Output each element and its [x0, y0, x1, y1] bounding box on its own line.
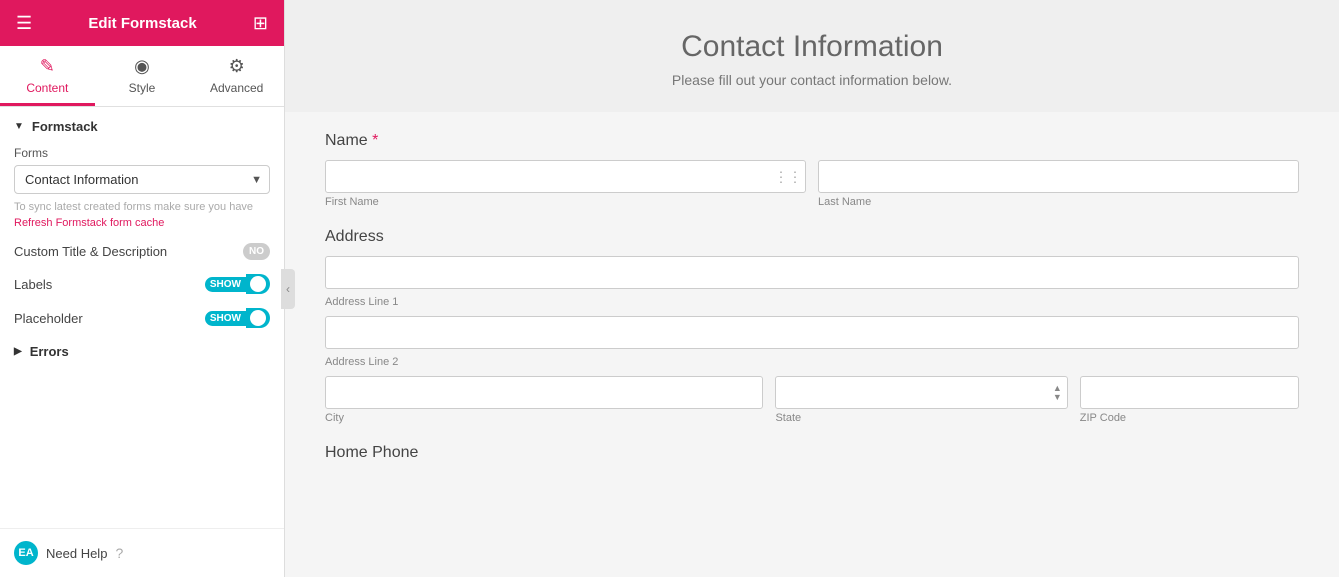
errors-section: ▶ Errors: [14, 344, 270, 359]
advanced-tab-label: Advanced: [210, 81, 263, 95]
labels-knob: [250, 276, 266, 292]
home-phone-section: Home Phone: [325, 444, 1299, 462]
collapse-handle[interactable]: ‹: [281, 269, 295, 309]
labels-toggle-row: Labels SHOW: [14, 274, 270, 294]
sidebar-body: ▼ Formstack Forms Contact Information ▼ …: [0, 107, 284, 528]
advanced-tab-icon: ⚙: [229, 56, 245, 77]
form-body: Name * ⋮⋮ First Name Last Name: [285, 132, 1339, 462]
placeholder-toggle-row: Placeholder SHOW: [14, 308, 270, 328]
labels-knob-wrap: [246, 274, 270, 294]
tab-advanced[interactable]: ⚙ Advanced: [189, 46, 284, 106]
need-help-badge: EA: [14, 541, 38, 565]
style-tab-icon: ◉: [134, 56, 150, 77]
style-tab-label: Style: [129, 81, 156, 95]
form-title: Contact Information: [325, 30, 1299, 64]
state-select-wrap: ▲▼: [775, 376, 1067, 409]
zip-field: ZIP Code: [1080, 376, 1299, 424]
placeholder-label: Placeholder: [14, 311, 83, 326]
forms-select[interactable]: Contact Information: [14, 165, 270, 194]
hamburger-icon[interactable]: ☰: [16, 13, 32, 34]
refresh-cache-link[interactable]: Refresh Formstack form cache: [14, 217, 270, 229]
errors-label: Errors: [30, 344, 69, 359]
name-required-star: *: [372, 132, 378, 149]
need-help-text: Need Help: [46, 546, 107, 561]
help-question-icon[interactable]: ?: [115, 545, 123, 561]
form-header: Contact Information Please fill out your…: [285, 0, 1339, 112]
zip-input[interactable]: [1080, 376, 1299, 409]
formstack-collapse-icon: ▼: [14, 121, 24, 132]
city-field: City: [325, 376, 763, 424]
state-select[interactable]: [775, 376, 1067, 409]
sidebar: ☰ Edit Formstack ⊞ ✎ Content ◉ Style ⚙ A…: [0, 0, 285, 577]
labels-show-label: SHOW: [205, 277, 246, 292]
first-name-input-wrap: ⋮⋮: [325, 160, 806, 193]
address-section: Address Address Line 1 Address Line 2 Ci…: [325, 228, 1299, 424]
grid-icon[interactable]: ⊞: [253, 13, 268, 34]
forms-label: Forms: [14, 146, 270, 160]
sidebar-footer: EA Need Help ?: [0, 528, 284, 577]
tab-content[interactable]: ✎ Content: [0, 46, 95, 106]
forms-select-wrapper: Contact Information ▼: [14, 165, 270, 194]
city-sub-label: City: [325, 412, 763, 424]
city-input[interactable]: [325, 376, 763, 409]
last-name-sub-label: Last Name: [818, 196, 1299, 208]
custom-title-toggle-row: Custom Title & Description NO: [14, 243, 270, 260]
last-name-input[interactable]: [818, 160, 1299, 193]
drag-icon: ⋮⋮: [774, 168, 802, 185]
address-line1-input[interactable]: [325, 256, 1299, 289]
formstack-section-label: Formstack: [32, 119, 98, 134]
custom-title-toggle[interactable]: NO: [243, 243, 270, 260]
placeholder-knob: [250, 310, 266, 326]
main-content: Contact Information Please fill out your…: [285, 0, 1339, 577]
sidebar-tabs: ✎ Content ◉ Style ⚙ Advanced: [0, 46, 284, 107]
first-name-input[interactable]: [325, 160, 806, 193]
sidebar-header: ☰ Edit Formstack ⊞: [0, 0, 284, 46]
first-name-field: ⋮⋮ First Name: [325, 160, 806, 208]
name-label: Name *: [325, 132, 1299, 150]
content-tab-icon: ✎: [40, 56, 55, 77]
errors-arrow-icon: ▶: [14, 346, 22, 357]
placeholder-show-label: SHOW: [205, 311, 246, 326]
last-name-field: Last Name: [818, 160, 1299, 208]
labels-label: Labels: [14, 277, 52, 292]
sync-hint: To sync latest created forms make sure y…: [14, 200, 270, 215]
state-sub-label: State: [775, 412, 1067, 424]
name-row: ⋮⋮ First Name Last Name: [325, 160, 1299, 208]
custom-title-label: Custom Title & Description: [14, 244, 167, 259]
labels-toggle[interactable]: SHOW: [205, 274, 270, 294]
home-phone-label: Home Phone: [325, 444, 1299, 462]
address-line1-sub: Address Line 1: [325, 296, 1299, 308]
state-arrows-icon: ▲▼: [1053, 384, 1062, 402]
form-subtitle: Please fill out your contact information…: [325, 72, 1299, 88]
form-preview: Contact Information Please fill out your…: [285, 0, 1339, 577]
content-tab-label: Content: [26, 81, 68, 95]
address-line2-sub: Address Line 2: [325, 356, 1299, 368]
address-line2-input[interactable]: [325, 316, 1299, 349]
address-label: Address: [325, 228, 1299, 246]
placeholder-toggle[interactable]: SHOW: [205, 308, 270, 328]
tab-style[interactable]: ◉ Style: [95, 46, 190, 106]
address-city-state-zip-row: City ▲▼ State ZIP Code: [325, 376, 1299, 424]
sidebar-title: Edit Formstack: [88, 15, 196, 32]
formstack-section-header[interactable]: ▼ Formstack: [14, 119, 270, 134]
placeholder-knob-wrap: [246, 308, 270, 328]
zip-sub-label: ZIP Code: [1080, 412, 1299, 424]
name-section: Name * ⋮⋮ First Name Last Name: [325, 132, 1299, 208]
errors-section-header[interactable]: ▶ Errors: [14, 344, 270, 359]
first-name-sub-label: First Name: [325, 196, 806, 208]
state-field: ▲▼ State: [775, 376, 1067, 424]
